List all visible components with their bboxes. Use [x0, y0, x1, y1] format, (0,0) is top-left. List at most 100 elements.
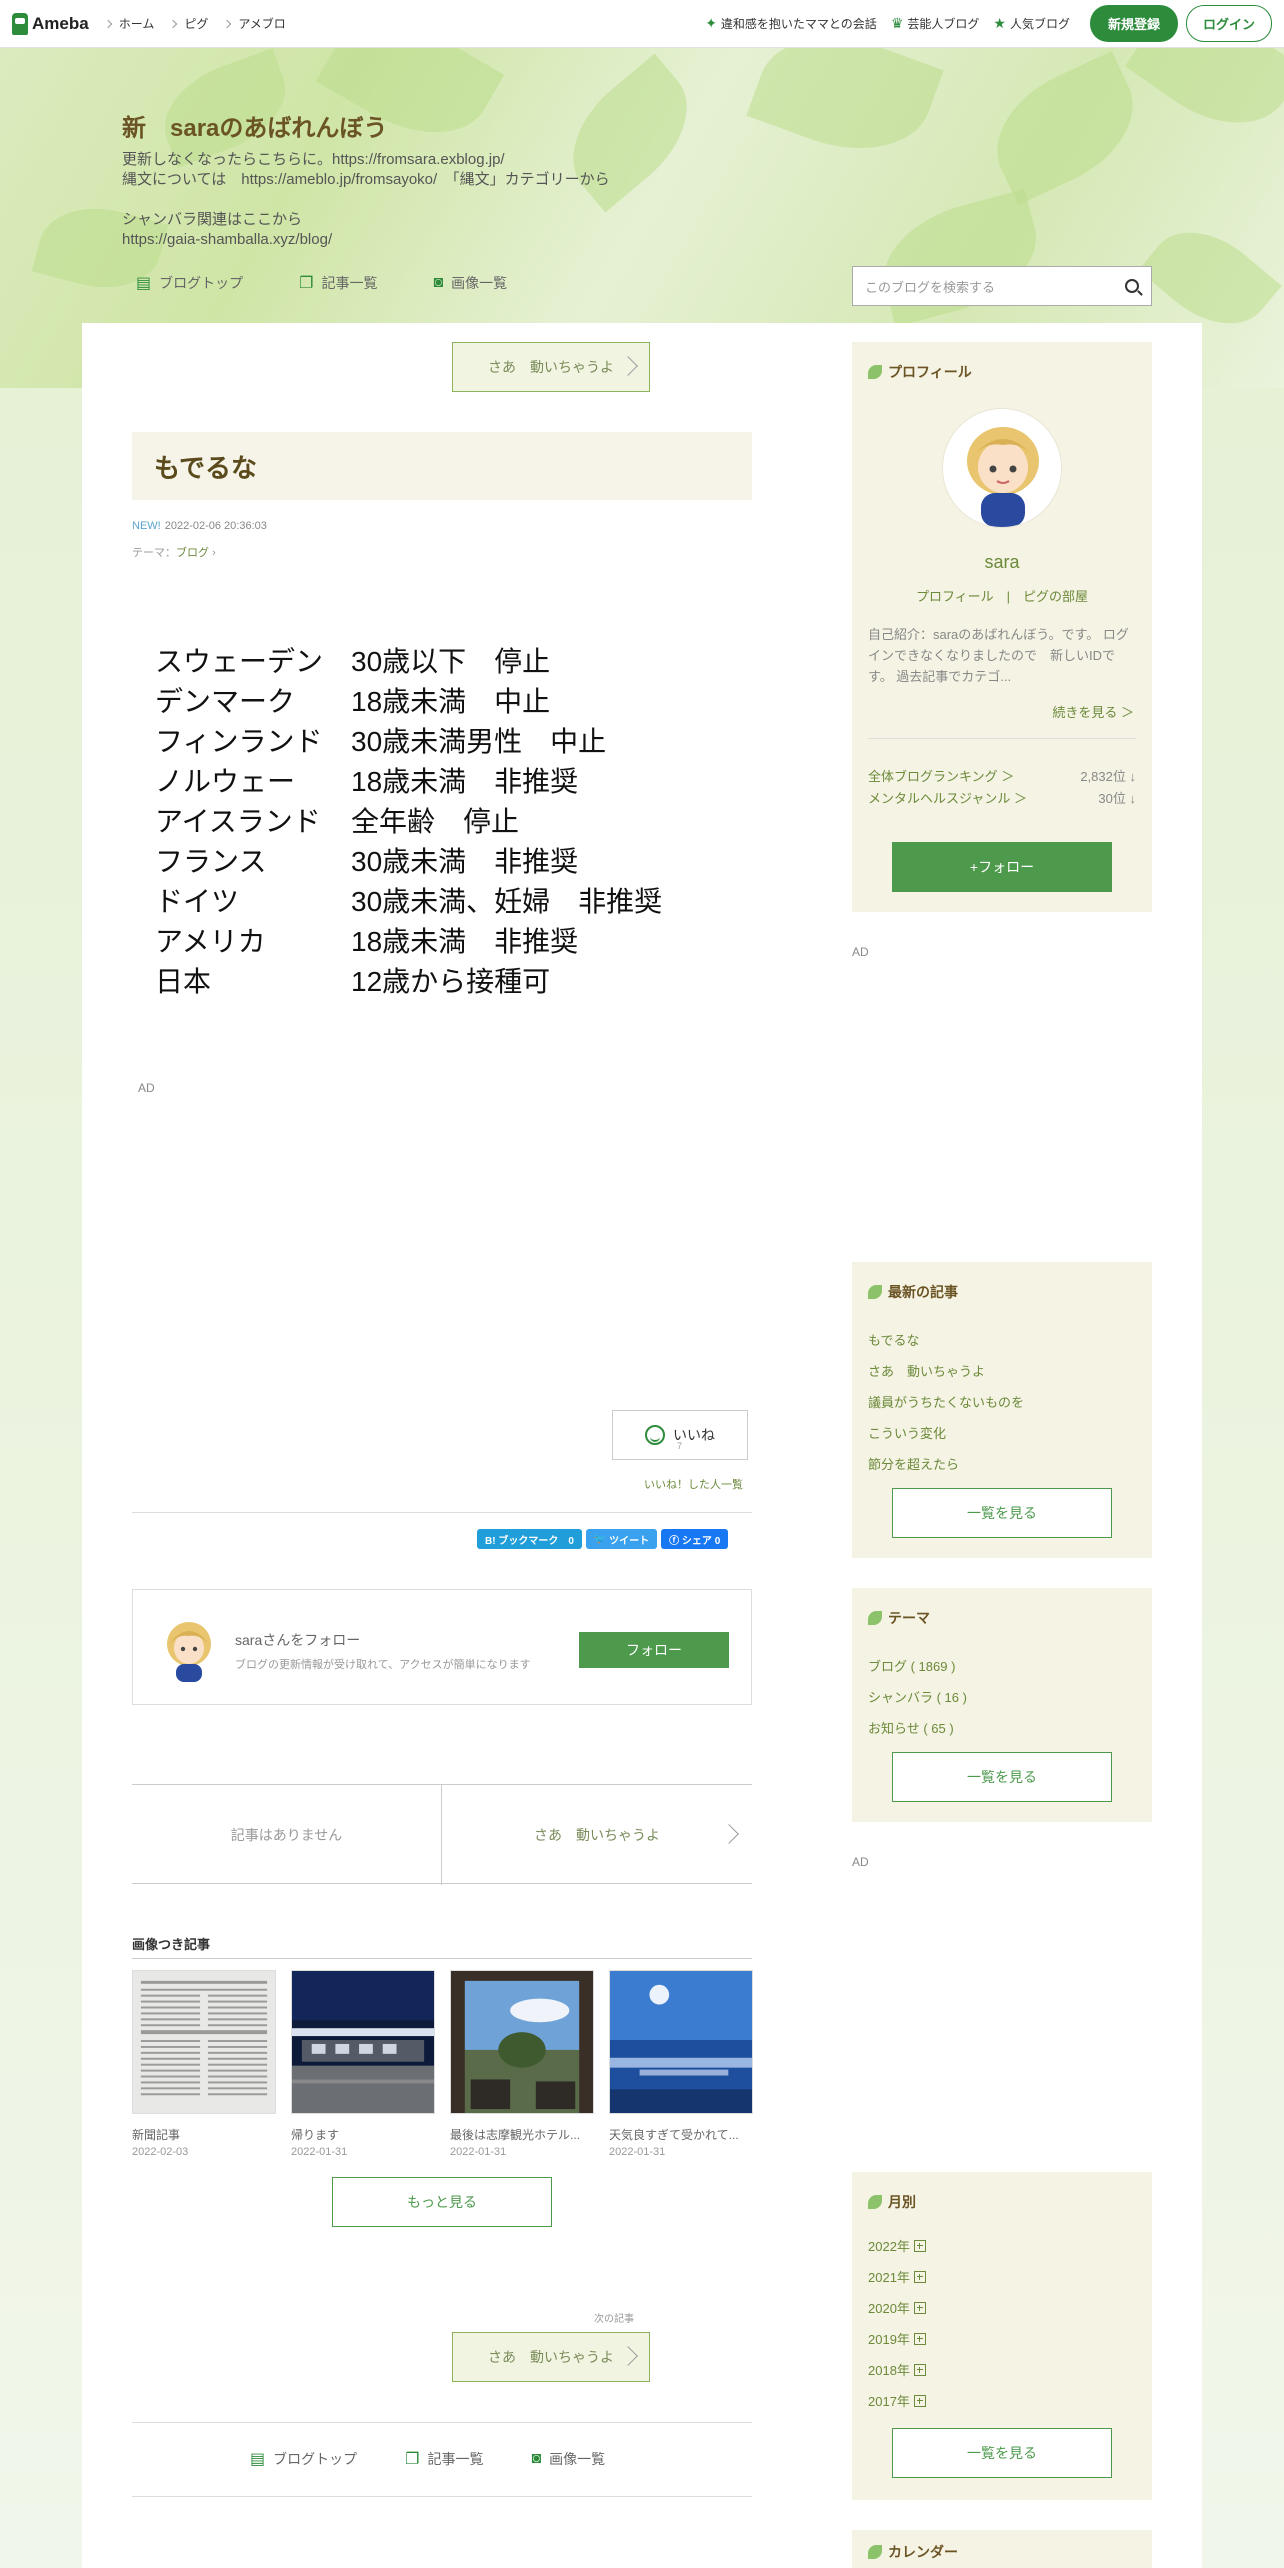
- nav-next-entry[interactable]: さあ 動いちゃうよ: [442, 1785, 752, 1885]
- month-year-link[interactable]: 2019年: [868, 2323, 926, 2354]
- article-title[interactable]: もでるな: [132, 432, 752, 500]
- chevron-right-icon: [103, 19, 112, 28]
- latest-more-button[interactable]: 一覧を見る: [892, 1488, 1112, 1538]
- ranking-genre[interactable]: メンタルヘルスジャンル ＞ 30位 ↓: [868, 788, 1136, 807]
- divider: [868, 738, 1136, 739]
- latest-entry-link[interactable]: 節分を超えたら: [868, 1448, 1024, 1479]
- latest-entry-link[interactable]: 議員がうちたくないものを: [868, 1386, 1024, 1417]
- facebook-share-button[interactable]: ⓕ シェア 0: [661, 1529, 729, 1549]
- footer-nav-entry-list[interactable]: ❐ 記事一覧: [405, 2449, 483, 2469]
- crumb-ameblo[interactable]: アメブロ: [223, 15, 286, 32]
- body-line: アメリカ 18歳未満 非推奨: [155, 926, 579, 957]
- thumbnail-station: [291, 1970, 435, 2114]
- latest-entry-link[interactable]: さあ 動いちゃうよ: [868, 1355, 1024, 1386]
- ad-label: AD: [138, 1081, 155, 1095]
- document-icon: ▤: [250, 2451, 266, 2468]
- entry-navigation: 記事はありません さあ 動いちゃうよ: [132, 1784, 752, 1885]
- profile-avatar[interactable]: [942, 408, 1062, 528]
- toplink-celebrity[interactable]: ♛ 芸能人ブログ: [891, 15, 980, 32]
- blog-nav: ▤ ブログトップ ❐ 記事一覧 ◙ 画像一覧: [136, 273, 563, 293]
- leaf-icon: [868, 2195, 882, 2209]
- follow-box: saraさんをフォロー ブログの更新情報が受け取れて、アクセスが簡単になります …: [132, 1589, 752, 1705]
- prev-entry-pager[interactable]: さあ 動いちゃうよ: [452, 342, 650, 392]
- month-year-link[interactable]: 2022年: [868, 2230, 926, 2261]
- next-entry-pager[interactable]: さあ 動いちゃうよ: [452, 2332, 650, 2382]
- sidebar-follow-button[interactable]: +フォロー: [892, 842, 1112, 892]
- nav-blog-top[interactable]: ▤ ブログトップ: [136, 273, 243, 293]
- copy-icon: ❐: [299, 275, 314, 292]
- expand-icon[interactable]: [913, 2301, 926, 2314]
- themes-more-button[interactable]: 一覧を見る: [892, 1752, 1112, 1802]
- themes-heading: テーマ: [868, 1608, 930, 1628]
- theme-link[interactable]: ブログ: [176, 547, 209, 559]
- latest-entry-link[interactable]: もでるな: [868, 1324, 1024, 1355]
- blog-title[interactable]: 新 saraのあばれんぼう: [122, 108, 387, 143]
- expand-icon[interactable]: [913, 2363, 926, 2376]
- new-badge: NEW!: [132, 520, 161, 532]
- next-entry-label: 次の記事: [594, 2314, 634, 2325]
- crumb-home[interactable]: ホーム: [103, 15, 154, 32]
- toplink-popular[interactable]: ★ 人気ブログ: [993, 15, 1070, 32]
- profile-read-more[interactable]: 続きを見る ＞: [1052, 702, 1134, 721]
- divider: [132, 1512, 752, 1513]
- month-year-link[interactable]: 2021年: [868, 2261, 926, 2292]
- theme-link[interactable]: シャンバラ ( 16 ): [868, 1681, 967, 1712]
- copy-icon: ❐: [405, 2451, 420, 2468]
- facebook-icon: ⓕ: [669, 1535, 680, 1547]
- calendar-heading: カレンダー: [868, 2542, 958, 2562]
- chevron-right-icon: [618, 356, 638, 376]
- login-button[interactable]: ログイン: [1185, 5, 1272, 42]
- month-year-link[interactable]: 2017年: [868, 2385, 926, 2416]
- search-icon[interactable]: [1125, 279, 1139, 293]
- avatar: [167, 1622, 211, 1682]
- thumbnail-sunny-sea: [609, 1970, 753, 2114]
- profile-name[interactable]: sara: [852, 552, 1152, 573]
- latest-entries-box: 最新の記事 もでるな さあ 動いちゃうよ 議員がうちたくないものを こういう変化…: [852, 1262, 1152, 1558]
- expand-icon[interactable]: [913, 2332, 926, 2345]
- like-list-link[interactable]: いいね！した人一覧: [644, 1476, 743, 1492]
- thumbnail-newspaper: [132, 1970, 276, 2114]
- ad-label: AD: [852, 945, 869, 959]
- expand-icon[interactable]: [913, 2239, 926, 2252]
- image-entry[interactable]: 天気良すぎて受かれて... 2022-01-31: [609, 1970, 753, 2158]
- article-datetime: 2022-02-06 20:36:03: [164, 520, 267, 532]
- expand-icon[interactable]: [913, 2394, 926, 2407]
- body-line: デンマーク 18歳未満 中止: [155, 686, 551, 717]
- image-entry[interactable]: 最後は志摩観光ホテル... 2022-01-31: [450, 1970, 594, 2158]
- article-theme: テーマ：ブログ ›: [132, 547, 216, 559]
- expand-icon[interactable]: [913, 2270, 926, 2283]
- crumb-pigg[interactable]: ピグ: [169, 15, 208, 32]
- latest-entry-link[interactable]: こういう変化: [868, 1417, 1024, 1448]
- image-entry[interactable]: 帰ります 2022-01-31: [291, 1970, 435, 2158]
- image-entry[interactable]: 新聞記事 2022-02-03: [132, 1970, 276, 2158]
- footer-blog-nav: ▤ ブログトップ ❐ 記事一覧 ◙ 画像一覧: [250, 2449, 653, 2469]
- hatena-bookmark-button[interactable]: B! ブックマーク 0: [477, 1529, 582, 1549]
- ameba-logo[interactable]: Ameba: [12, 12, 89, 35]
- document-icon: ▤: [136, 275, 152, 292]
- more-images-button[interactable]: もっと見る: [332, 2177, 552, 2227]
- ranking-overall[interactable]: 全体ブログランキング ＞ 2,832位 ↓: [868, 766, 1136, 785]
- blog-description: 更新しなくなったらこちらに。https://fromsara.exblog.jp…: [122, 151, 610, 248]
- divider: [132, 2496, 752, 2497]
- register-button[interactable]: 新規登録: [1089, 5, 1178, 42]
- footer-nav-blog-top[interactable]: ▤ ブログトップ: [250, 2449, 357, 2469]
- profile-heading: プロフィール: [868, 362, 972, 382]
- follow-button[interactable]: フォロー: [579, 1632, 729, 1668]
- body-line: アイスランド 全年齢 停止: [155, 806, 520, 837]
- article-body: スウェーデン 30歳以下 停止 デンマーク 18歳未満 中止 フィンランド 30歳未満…: [155, 642, 662, 1002]
- like-button[interactable]: いいね 7: [612, 1410, 748, 1460]
- months-more-button[interactable]: 一覧を見る: [892, 2428, 1112, 2478]
- month-year-link[interactable]: 2020年: [868, 2292, 926, 2323]
- profile-links[interactable]: プロフィール | ピグの部屋: [852, 586, 1152, 605]
- body-line: フィンランド 30歳未満男性 中止: [155, 726, 607, 757]
- month-year-link[interactable]: 2018年: [868, 2354, 926, 2385]
- tweet-button[interactable]: 🐦 ツイート: [585, 1529, 658, 1549]
- footer-nav-image-list[interactable]: ◙ 画像一覧: [531, 2449, 605, 2469]
- blog-search-input[interactable]: このブログを検索する: [852, 266, 1152, 306]
- toplink-trend[interactable]: ✦ 違和感を抱いたママとの会話: [705, 15, 877, 32]
- nav-image-list[interactable]: ◙ 画像一覧: [433, 273, 507, 293]
- nav-entry-list[interactable]: ❐ 記事一覧: [299, 273, 377, 293]
- theme-link[interactable]: お知らせ ( 65 ): [868, 1712, 967, 1743]
- theme-link[interactable]: ブログ ( 1869 ): [868, 1650, 967, 1681]
- star-icon: ★: [993, 15, 1006, 31]
